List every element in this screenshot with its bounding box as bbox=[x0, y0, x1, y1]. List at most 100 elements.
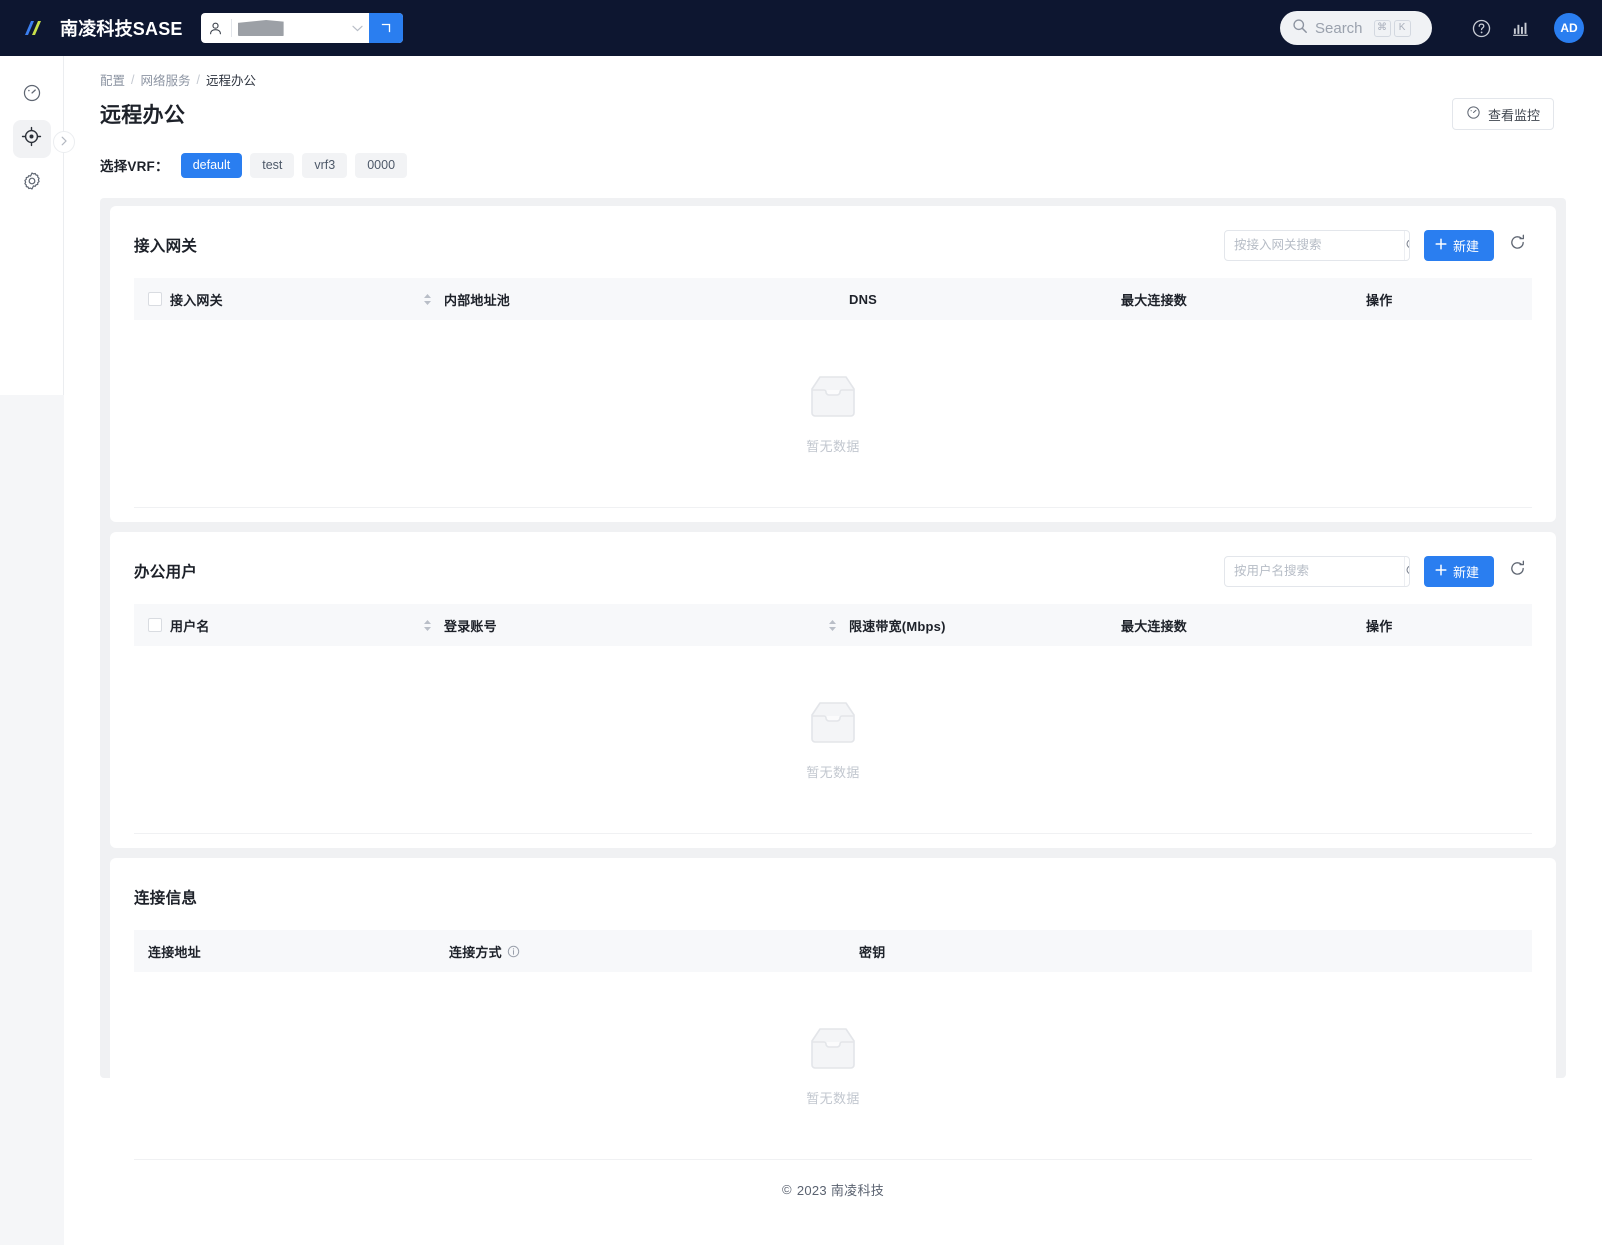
table-header-row: 用户名 登录账号 限速带宽(Mbps) 最大连接数 操作 bbox=[134, 604, 1532, 646]
tenant-value bbox=[232, 13, 347, 43]
plus-icon bbox=[1435, 237, 1447, 253]
chevron-down-icon[interactable] bbox=[347, 13, 369, 43]
gateway-search-input[interactable] bbox=[1224, 230, 1404, 260]
column-label: DNS bbox=[849, 291, 878, 307]
column-label: 密钥 bbox=[859, 944, 886, 960]
vrf-option-vrf3[interactable]: vrf3 bbox=[302, 152, 348, 178]
breadcrumb-item-2: 远程办公 bbox=[206, 74, 257, 88]
section-toolbar: 新建 bbox=[1223, 229, 1532, 261]
tenant-selector[interactable] bbox=[200, 13, 403, 43]
section-title: 接入网关 bbox=[134, 238, 198, 255]
column-header-dns: DNS bbox=[849, 278, 1121, 320]
column-header-address-pool: 内部地址池 bbox=[444, 278, 849, 320]
gateway-refresh-button[interactable] bbox=[1502, 230, 1532, 260]
empty-state-text: 暂无数据 bbox=[806, 764, 860, 780]
sort-toggle-icon[interactable] bbox=[423, 293, 432, 306]
empty-state-text: 暂无数据 bbox=[806, 1090, 860, 1106]
page-footer: © 2023 南凌科技 bbox=[64, 1180, 1602, 1199]
column-label: 连接地址 bbox=[148, 944, 201, 960]
section-toolbar: 新建 bbox=[1223, 555, 1532, 587]
gear-icon bbox=[22, 171, 42, 196]
gauge-icon bbox=[22, 83, 42, 108]
brand-logo-icon bbox=[22, 17, 50, 39]
breadcrumb-item-1[interactable]: 网络服务 bbox=[141, 70, 191, 89]
column-label: 最大连接数 bbox=[1121, 292, 1188, 308]
column-header-actions: 操作 bbox=[1366, 604, 1532, 646]
connection-empty-state: 暂无数据 bbox=[134, 972, 1532, 1160]
sidebar-item-settings[interactable] bbox=[13, 164, 51, 202]
section-access-gateway: 接入网关 按接入网关搜索 新建 接入网关 内部地址池 DNS 最大连接数 操作 … bbox=[110, 206, 1556, 522]
column-header-login-account[interactable]: 登录账号 bbox=[444, 604, 849, 646]
sidebar-collapse-toggle[interactable] bbox=[53, 131, 75, 153]
gateway-new-button[interactable]: 新建 bbox=[1423, 229, 1494, 261]
user-refresh-button[interactable] bbox=[1502, 556, 1532, 586]
section-title: 办公用户 bbox=[134, 564, 198, 581]
page-header: 配置 / 网络服务 / 远程办公 远程办公 查看监控 bbox=[64, 56, 1602, 130]
user-new-label: 新建 bbox=[1452, 564, 1479, 580]
copyright-icon: © bbox=[781, 1182, 792, 1197]
column-label: 用户名 bbox=[170, 618, 210, 634]
info-icon[interactable] bbox=[507, 945, 520, 958]
top-navigation-bar: 南凌科技SASE Search ⌘ K AD bbox=[0, 0, 1602, 56]
analytics-button[interactable] bbox=[1504, 11, 1538, 45]
column-label: 操作 bbox=[1366, 618, 1393, 634]
gateway-new-label: 新建 bbox=[1452, 238, 1479, 254]
search-icon[interactable] bbox=[1403, 230, 1409, 260]
search-icon[interactable] bbox=[1403, 556, 1409, 586]
target-icon bbox=[21, 126, 42, 152]
global-search-button[interactable]: Search ⌘ K bbox=[1280, 11, 1432, 45]
sort-toggle-icon[interactable] bbox=[828, 619, 837, 632]
sections-container: 接入网关 按接入网关搜索 新建 接入网关 内部地址池 DNS 最大连接数 操作 … bbox=[100, 198, 1566, 1174]
sidebar-item-dashboard[interactable] bbox=[13, 76, 51, 114]
vrf-label: 选择VRF： bbox=[100, 159, 169, 174]
column-header-bandwidth-limit: 限速带宽(Mbps) bbox=[849, 604, 1121, 646]
section-header: 办公用户 按用户名搜索 新建 bbox=[134, 554, 1532, 588]
column-header-connection-method: 连接方式 bbox=[449, 930, 859, 972]
select-all-checkbox[interactable] bbox=[148, 618, 162, 632]
sidebar-item-network[interactable] bbox=[12, 120, 51, 158]
users-empty-state: 暂无数据 bbox=[134, 646, 1532, 834]
gateway-search-box[interactable] bbox=[1223, 229, 1410, 261]
brand-name: 南凌科技SASE bbox=[60, 19, 183, 39]
vrf-option-default[interactable]: default bbox=[180, 152, 243, 178]
section-connection-info: 连接信息 连接地址 连接方式 密钥 暂无数据 bbox=[110, 858, 1556, 1174]
search-icon bbox=[1292, 18, 1308, 39]
table-header-row: 接入网关 内部地址池 DNS 最大连接数 操作 bbox=[134, 278, 1532, 320]
column-label: 内部地址池 bbox=[444, 292, 511, 308]
shortcut-key-k: K bbox=[1393, 19, 1411, 37]
main-content: 配置 / 网络服务 / 远程办公 远程办公 查看监控 选择VRF： defaul… bbox=[64, 56, 1602, 1245]
column-header-secret-key: 密钥 bbox=[859, 930, 1532, 972]
empty-inbox-icon bbox=[802, 1025, 864, 1078]
page-title: 远程办公 bbox=[100, 104, 186, 127]
user-new-button[interactable]: 新建 bbox=[1423, 555, 1494, 587]
refresh-icon bbox=[1509, 560, 1526, 582]
chevron-right-icon bbox=[60, 133, 68, 151]
breadcrumb-item-0[interactable]: 配置 bbox=[100, 70, 125, 89]
vrf-option-0000[interactable]: 0000 bbox=[355, 152, 408, 178]
column-header-gateway[interactable]: 接入网关 bbox=[134, 278, 444, 320]
tenant-value-redacted bbox=[237, 20, 284, 36]
avatar[interactable]: AD bbox=[1554, 13, 1584, 43]
users-table: 用户名 登录账号 限速带宽(Mbps) 最大连接数 操作 bbox=[134, 604, 1532, 646]
user-search-input[interactable] bbox=[1224, 556, 1404, 586]
vrf-option-test[interactable]: test bbox=[250, 152, 295, 178]
table-header-row: 连接地址 连接方式 密钥 bbox=[134, 930, 1532, 972]
select-all-checkbox[interactable] bbox=[148, 292, 162, 306]
page-title-row: 远程办公 查看监控 bbox=[100, 98, 1554, 130]
help-button[interactable] bbox=[1464, 11, 1498, 45]
gateway-table: 接入网关 内部地址池 DNS 最大连接数 操作 bbox=[134, 278, 1532, 320]
refresh-icon bbox=[1509, 234, 1526, 256]
sort-toggle-icon[interactable] bbox=[423, 619, 432, 632]
breadcrumb-separator: / bbox=[131, 72, 135, 87]
breadcrumb-separator: / bbox=[196, 72, 200, 87]
column-header-username[interactable]: 用户名 bbox=[134, 604, 444, 646]
user-search-box[interactable] bbox=[1223, 555, 1410, 587]
column-header-connection-address: 连接地址 bbox=[134, 930, 449, 972]
tenant-switch-button[interactable] bbox=[368, 13, 403, 43]
footer-text: 2023 南凌科技 bbox=[796, 1183, 885, 1198]
section-header: 连接信息 bbox=[134, 880, 1532, 914]
view-monitor-button[interactable]: 查看监控 bbox=[1451, 98, 1554, 130]
column-label: 操作 bbox=[1366, 292, 1393, 308]
column-label: 连接方式 bbox=[449, 944, 502, 960]
column-label: 最大连接数 bbox=[1121, 618, 1188, 634]
